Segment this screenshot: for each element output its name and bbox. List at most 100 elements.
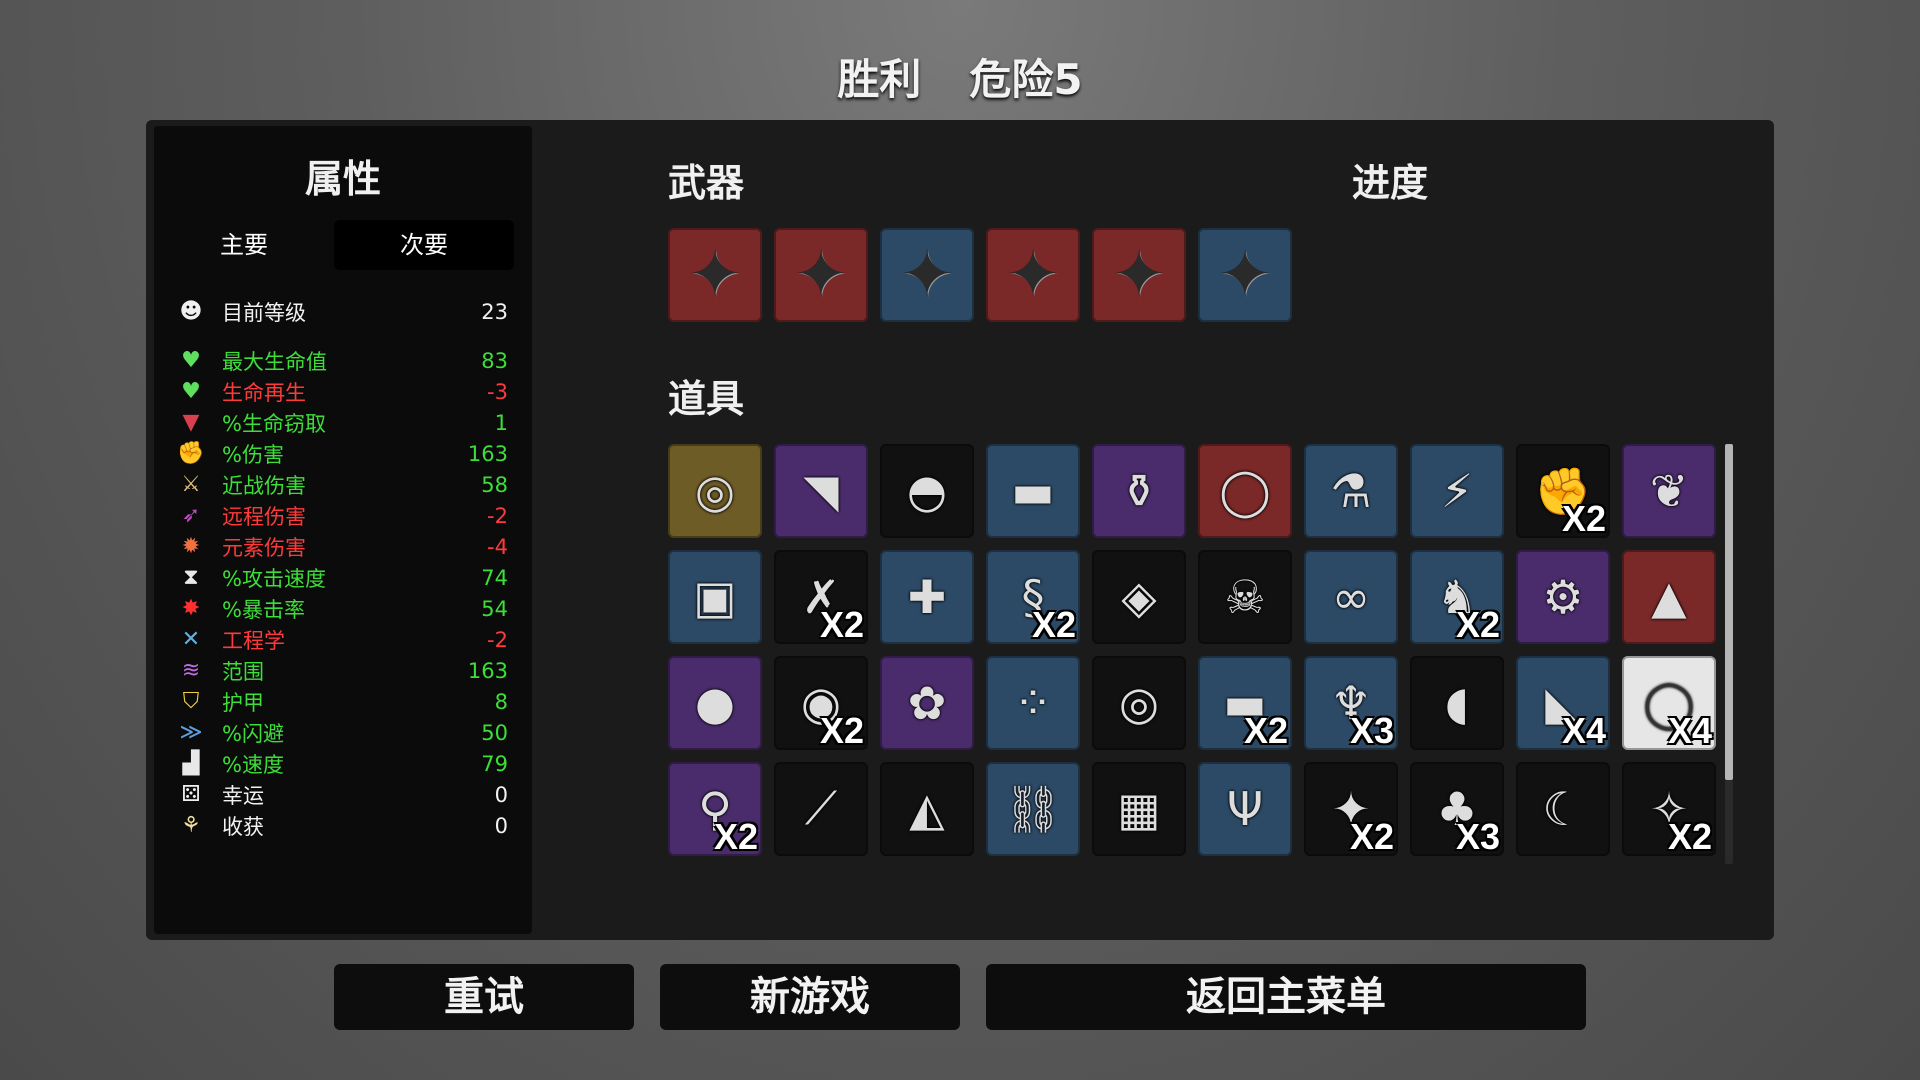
item-slot[interactable]: ✊ X2 — [1516, 444, 1610, 539]
item-slot[interactable]: ⚲ X2 — [668, 762, 762, 857]
items-scrollbar-thumb[interactable] — [1725, 444, 1733, 780]
stat-row[interactable]: ⚄ 幸运 0 — [178, 779, 508, 810]
stat-row[interactable]: ✕ 工程学 -2 — [178, 624, 508, 655]
baby-bottle-icon: ⚱ — [1119, 464, 1159, 518]
syringe-icon: ⟋ — [804, 781, 838, 835]
weapon-slot[interactable]: ✦ — [774, 228, 868, 322]
stat-row[interactable]: ➶ 远程伤害 -2 — [178, 500, 508, 531]
item-slot[interactable]: ☾ — [1516, 762, 1610, 856]
tab-secondary[interactable]: 次要 — [334, 220, 514, 270]
stat-label: 工程学 — [222, 628, 285, 653]
dice-icon: ⚄ — [181, 782, 201, 807]
danger-level: 危险5 — [969, 55, 1083, 104]
item-slot[interactable]: ▦ — [1092, 762, 1186, 856]
item-slot[interactable]: ⚱ — [1092, 444, 1186, 538]
item-slot[interactable]: ● — [668, 656, 762, 750]
item-slot[interactable]: ◣ X4 — [1516, 656, 1610, 751]
stat-row[interactable]: ✊ %伤害 163 — [177, 438, 508, 469]
stat-row[interactable]: ⚘ 收获 0 — [178, 810, 508, 841]
mouth-icon: ◖ — [1444, 676, 1470, 730]
item-slot[interactable]: ◭ — [880, 762, 974, 856]
brain-icon: ✿ — [907, 676, 947, 730]
level-up-icon: ☻ — [179, 299, 203, 324]
stat-row[interactable]: ☻ 目前等级 23 — [178, 296, 508, 327]
medic-robot-icon: ✚ — [907, 570, 947, 624]
hourglass-icon: ⧗ — [183, 565, 199, 590]
item-count: X2 — [1455, 604, 1500, 645]
item-slot[interactable]: ❦ — [1622, 444, 1716, 538]
stat-row[interactable]: ♥ 最大生命值 83 — [178, 345, 508, 376]
cake-icon: ◭ — [909, 782, 945, 836]
heart-plus-icon: ♥ — [181, 379, 201, 404]
item-slot[interactable]: ♞ X2 — [1410, 550, 1504, 645]
stat-row[interactable]: ≋ 范围 163 — [178, 655, 508, 686]
item-slot[interactable]: ✚ — [880, 550, 974, 644]
item-slot[interactable]: ◈ — [1092, 550, 1186, 644]
item-slot[interactable]: ▲ — [1622, 550, 1716, 644]
item-slot[interactable]: ⚙ — [1516, 550, 1610, 644]
item-slot[interactable]: ✿ — [880, 656, 974, 750]
item-slot[interactable]: ⚡ — [1410, 444, 1504, 538]
item-slot[interactable]: ◎ — [668, 444, 762, 538]
item-slot[interactable]: ◎ — [1092, 656, 1186, 750]
item-slot[interactable]: ◓ — [880, 444, 974, 538]
dots-icon: ⁘ — [1013, 676, 1053, 730]
tab-primary[interactable]: 主要 — [154, 220, 334, 270]
stat-row[interactable]: ⛉ 护甲 8 — [178, 686, 508, 717]
stat-row[interactable]: ✸ %暴击率 54 — [178, 593, 508, 624]
item-count: X2 — [1243, 710, 1288, 751]
item-slot[interactable]: ⚗ — [1304, 444, 1398, 538]
stat-label: %闪避 — [222, 721, 284, 746]
item-slot[interactable]: ✦ X2 — [1304, 762, 1398, 857]
stat-row[interactable]: ⧗ %攻击速度 74 — [178, 562, 508, 593]
vampire-fang-icon: ▼ — [182, 410, 200, 435]
items-scrollbar[interactable] — [1725, 444, 1733, 864]
item-slot[interactable]: ∞ — [1304, 550, 1398, 644]
item-slot[interactable]: ✗ X2 — [774, 550, 868, 645]
stat-label: %伤害 — [222, 442, 284, 467]
stat-row[interactable]: ≫ %闪避 50 — [178, 717, 508, 748]
item-slot[interactable]: ▬ X2 — [1198, 656, 1292, 751]
weapon-slot[interactable]: ✦ — [668, 228, 762, 322]
weapon-slot[interactable]: ✦ — [1198, 228, 1292, 322]
fire-icon: ✹ — [181, 534, 201, 559]
item-slot[interactable]: ⛓ — [986, 762, 1080, 856]
item-slot[interactable]: Ψ — [1198, 762, 1292, 856]
stat-row[interactable]: ▼ %生命窃取 1 — [178, 407, 508, 438]
cape-icon: ▲ — [1651, 570, 1687, 624]
item-slot[interactable]: ◯ X4 — [1622, 656, 1716, 751]
stat-row[interactable]: ▟ %速度 79 — [178, 748, 508, 779]
item-slot[interactable]: ◥ — [774, 444, 868, 538]
new-game-button[interactable]: 新游戏 — [660, 964, 960, 1030]
weapon-slot[interactable]: ✦ — [880, 228, 974, 322]
heart-icon: ♥ — [181, 348, 201, 373]
retry-button[interactable]: 重试 — [334, 964, 634, 1030]
item-slot[interactable]: § X2 — [986, 550, 1080, 645]
item-slot[interactable]: ☠ — [1198, 550, 1292, 644]
shuriken-icon: ✦ — [1218, 238, 1272, 312]
weapon-slot[interactable]: ✦ — [1092, 228, 1186, 322]
main-menu-button[interactable]: 返回主菜单 — [986, 964, 1586, 1030]
item-slot[interactable]: ✧ X2 — [1622, 762, 1716, 857]
item-count: X2 — [819, 710, 864, 751]
stat-row[interactable]: ✹ 元素伤害 -4 — [178, 531, 508, 562]
run-summary-panel: 属性 主要 次要 ☻ 目前等级 23 ♥ 最大生命值 83 ♥ 生命再生 -3 ▼ %生命窃取 1 ✊%… — [146, 120, 1774, 940]
weapon-slot[interactable]: ✦ — [986, 228, 1080, 322]
item-slot[interactable]: ⁘ — [986, 656, 1080, 750]
item-slot[interactable]: ♆ X3 — [1304, 656, 1398, 751]
potion-flask-icon: ⚗ — [1330, 464, 1372, 518]
item-slot[interactable]: ▬ — [986, 444, 1080, 538]
snail-icon: ● — [694, 676, 736, 730]
item-slot[interactable]: ◯ — [1198, 444, 1292, 538]
item-slot[interactable]: ♣ X3 — [1410, 762, 1504, 857]
stat-row[interactable]: ⚔ 近战伤害 58 — [178, 469, 508, 500]
item-count: X2 — [1561, 498, 1606, 539]
item-slot[interactable]: ◉ X2 — [774, 656, 868, 751]
stat-row[interactable]: ♥ 生命再生 -3 — [178, 376, 508, 407]
range-wifi-icon: ≋ — [181, 658, 201, 683]
item-slot[interactable]: ⟋ — [774, 762, 868, 856]
stat-label: %攻击速度 — [222, 566, 326, 591]
item-slot[interactable]: ◖ — [1410, 656, 1504, 750]
item-slot[interactable]: ▣ — [668, 550, 762, 644]
ghost-skull-icon: ☠ — [1224, 570, 1266, 624]
